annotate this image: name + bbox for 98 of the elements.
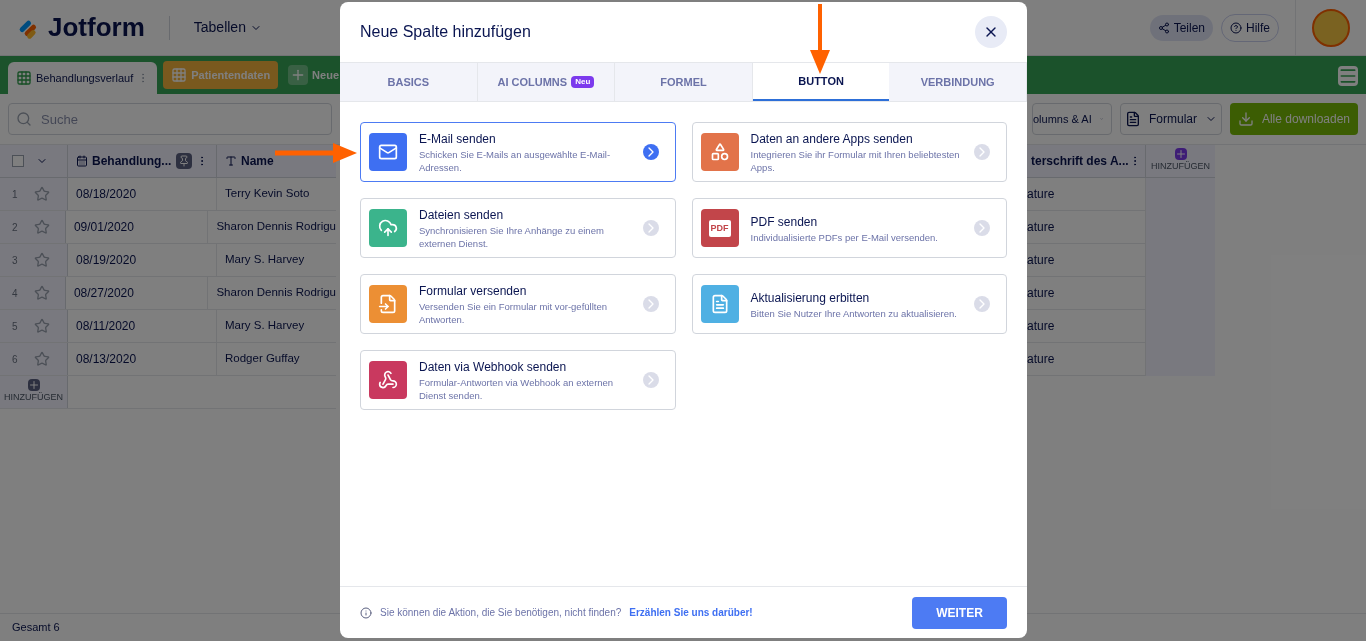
star-icon[interactable] — [33, 351, 50, 367]
plus-icon — [27, 379, 40, 392]
chevron-right-icon — [642, 144, 659, 160]
share-icon — [1157, 21, 1170, 34]
modal-tab[interactable]: BASICS — [340, 63, 478, 101]
table-cell-text: ature — [1027, 318, 1055, 335]
table-cell-text: ature — [1027, 252, 1055, 269]
action-description: Schicken Sie E-Mails an ausgewählte E-Mail-Adressen. — [419, 148, 612, 174]
share-button[interactable]: Teilen — [1149, 14, 1213, 41]
grid-icon — [16, 70, 32, 86]
close-button[interactable] — [975, 16, 1007, 48]
modal-tab[interactable]: VERBINDUNG — [889, 63, 1027, 101]
feedback-link[interactable]: Erzählen Sie uns darüber! — [629, 605, 753, 620]
action-card[interactable]: Formular versenden Versenden Sie ein Formular mit vor-gefüllten Antworten. — [360, 274, 676, 334]
table-cell-text: Rodger Guffay — [225, 351, 300, 367]
table-cell: 08/13/2020 — [68, 343, 217, 375]
row-number: 6 — [12, 352, 18, 367]
new-badge: Neu — [571, 76, 595, 88]
action-card[interactable]: Daten an andere Apps senden Integrieren Sie ihr Formular mit Ihren beliebtesten Apps. — [691, 122, 1007, 182]
star-icon[interactable] — [33, 252, 50, 268]
row-number: 3 — [12, 253, 18, 268]
action-title: E-Mail senden — [419, 131, 497, 148]
select-all-checkbox[interactable] — [12, 155, 24, 167]
table-cell-text: Terry Kevin Soto — [225, 186, 310, 202]
action-title: Daten an andere Apps senden — [750, 131, 914, 148]
star-icon[interactable] — [33, 318, 50, 334]
add-row-button[interactable]: HINZUFÜGEN — [0, 376, 68, 408]
action-card[interactable]: Dateien senden Synchronisieren Sie Ihre Anhänge zu einem externen Dienst. — [360, 198, 676, 258]
chevron-right-icon — [974, 296, 990, 312]
column-header[interactable]: Name — [241, 152, 274, 170]
table-cell-text: ature — [1027, 186, 1055, 203]
action-description: Individualisierte PDFs per E-Mail versenden. — [750, 230, 939, 244]
row-number: 4 — [12, 286, 18, 301]
row-number: 2 — [12, 220, 18, 235]
chevron-right-icon — [642, 296, 659, 312]
help-icon — [1230, 21, 1242, 34]
chevron-right-icon — [642, 220, 659, 236]
table-cell-text: Mary S. Harvey — [225, 252, 305, 268]
action-card[interactable]: PDF PDF senden Individualisierte PDFs per E-Mail versenden. — [691, 198, 1007, 258]
action-title: Dateien senden — [419, 207, 505, 224]
action-title: PDF senden — [750, 213, 819, 231]
pin-icon — [176, 153, 192, 169]
action-description: Formular-Antworten via Webhook an externen Dienst senden. — [419, 376, 615, 402]
action-card[interactable]: E-Mail senden Schicken Sie E-Mails an ausgewählte E-Mail-Adressen. — [360, 122, 676, 182]
chevron-right-icon — [642, 372, 659, 388]
row-number: 1 — [12, 187, 18, 202]
action-card[interactable]: Daten via Webhook senden Formular-Antworten via Webhook an externen Dienst senden. — [360, 350, 676, 410]
plus-icon — [1174, 148, 1187, 161]
column-header[interactable]: Behandlung... — [92, 152, 172, 170]
table-cell: 08/27/2020 — [65, 277, 209, 309]
table-cell-text: ature — [1027, 351, 1055, 368]
action-title: Aktualisierung erbitten — [750, 289, 871, 307]
action-description: Versenden Sie ein Formular mit vor-gefüllten Antworten. — [419, 300, 608, 326]
modal-tab[interactable]: FORMEL — [615, 63, 753, 101]
table-cell-text: Sharon Dennis Rodrigu — [216, 219, 336, 235]
menu-icon[interactable] — [1338, 66, 1358, 86]
continue-button[interactable]: WEITER — [912, 596, 1007, 629]
action-description: Integrieren Sie ihr Formular mit Ihren beliebtesten Apps. — [750, 148, 961, 174]
workspace-dropdown[interactable]: Tabellen — [193, 17, 262, 38]
footer-text: Sie können die Aktion, die Sie benötigen, nicht finden? — [380, 606, 622, 620]
table-cell-text: ature — [1027, 219, 1055, 236]
chevron-right-icon — [974, 144, 990, 160]
row-number: 5 — [12, 319, 18, 334]
table-cell: 09/01/2020 — [65, 211, 209, 243]
star-icon[interactable] — [33, 285, 50, 301]
add-column-button[interactable]: HINZUFÜGEN — [1146, 145, 1215, 178]
info-icon — [360, 606, 372, 619]
calendar-icon — [76, 155, 88, 167]
sheet-tab[interactable]: Behandlungsverlauf — [8, 62, 158, 94]
star-icon[interactable] — [33, 219, 50, 235]
chevron-right-icon — [974, 220, 990, 236]
total-count: Gesamt 6 — [12, 620, 60, 636]
action-description: Synchronisieren Sie Ihre Anhänge zu einem externen Dienst. — [419, 224, 605, 250]
annotation-arrow — [810, 4, 830, 74]
search-icon — [16, 111, 32, 127]
modal-title: Neue Spalte hinzufügen — [360, 22, 531, 42]
form-icon — [1125, 111, 1141, 127]
table-cell: 08/11/2020 — [68, 310, 217, 342]
grid-icon — [171, 67, 188, 83]
action-card[interactable]: Aktualisierung erbitten Bitten Sie Nutzer Ihre Antworten zu aktualisieren. — [691, 274, 1007, 334]
action-title: Formular versenden — [419, 283, 528, 300]
columns-dropdown[interactable]: olumns & AI — [1032, 103, 1112, 135]
table-cell-text: ature — [1027, 285, 1055, 302]
pdf-file-icon: PDF — [700, 209, 739, 247]
star-icon[interactable] — [33, 186, 50, 202]
avatar[interactable] — [1312, 8, 1350, 47]
form-dropdown[interactable]: Formular — [1120, 103, 1222, 135]
action-description: Bitten Sie Nutzer Ihre Antworten zu aktualisieren. — [750, 306, 958, 320]
table-cell-text: Sharon Dennis Rodrigu — [216, 285, 336, 301]
modal-tab[interactable]: AI COLUMNS Neu — [477, 63, 616, 101]
table-cell-text: Mary S. Harvey — [225, 318, 305, 334]
search-field[interactable]: Suche — [8, 103, 332, 135]
logo-text: Jotform — [48, 11, 145, 44]
download-icon — [1237, 111, 1254, 127]
action-title: Daten via Webhook senden — [419, 359, 568, 376]
text-type-icon — [225, 155, 237, 167]
table-cell: 08/18/2020 — [68, 178, 217, 210]
table-cell: 08/19/2020 — [68, 244, 217, 276]
